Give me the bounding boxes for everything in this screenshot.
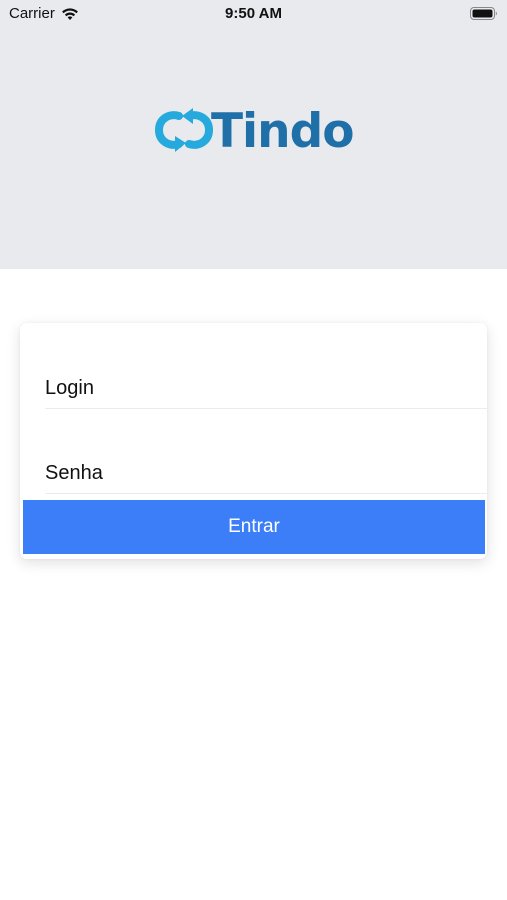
password-input[interactable] bbox=[45, 453, 487, 493]
login-field bbox=[45, 368, 487, 409]
password-field bbox=[45, 453, 487, 494]
header-area: Carrier 9:50 AM Tindo bbox=[0, 0, 507, 269]
login-button[interactable]: Entrar bbox=[23, 500, 485, 554]
app-logo: Tindo bbox=[153, 100, 355, 160]
refresh-cycle-icon bbox=[154, 108, 214, 152]
battery-icon bbox=[470, 7, 497, 20]
login-card: Entrar bbox=[20, 323, 487, 559]
status-bar: Carrier 9:50 AM bbox=[0, 0, 507, 28]
logo-text: Tindo bbox=[211, 103, 355, 159]
status-time: 9:50 AM bbox=[225, 5, 282, 22]
login-input[interactable] bbox=[45, 368, 487, 408]
login-screen: Carrier 9:50 AM Tindo Login Entrar bbox=[0, 0, 507, 900]
